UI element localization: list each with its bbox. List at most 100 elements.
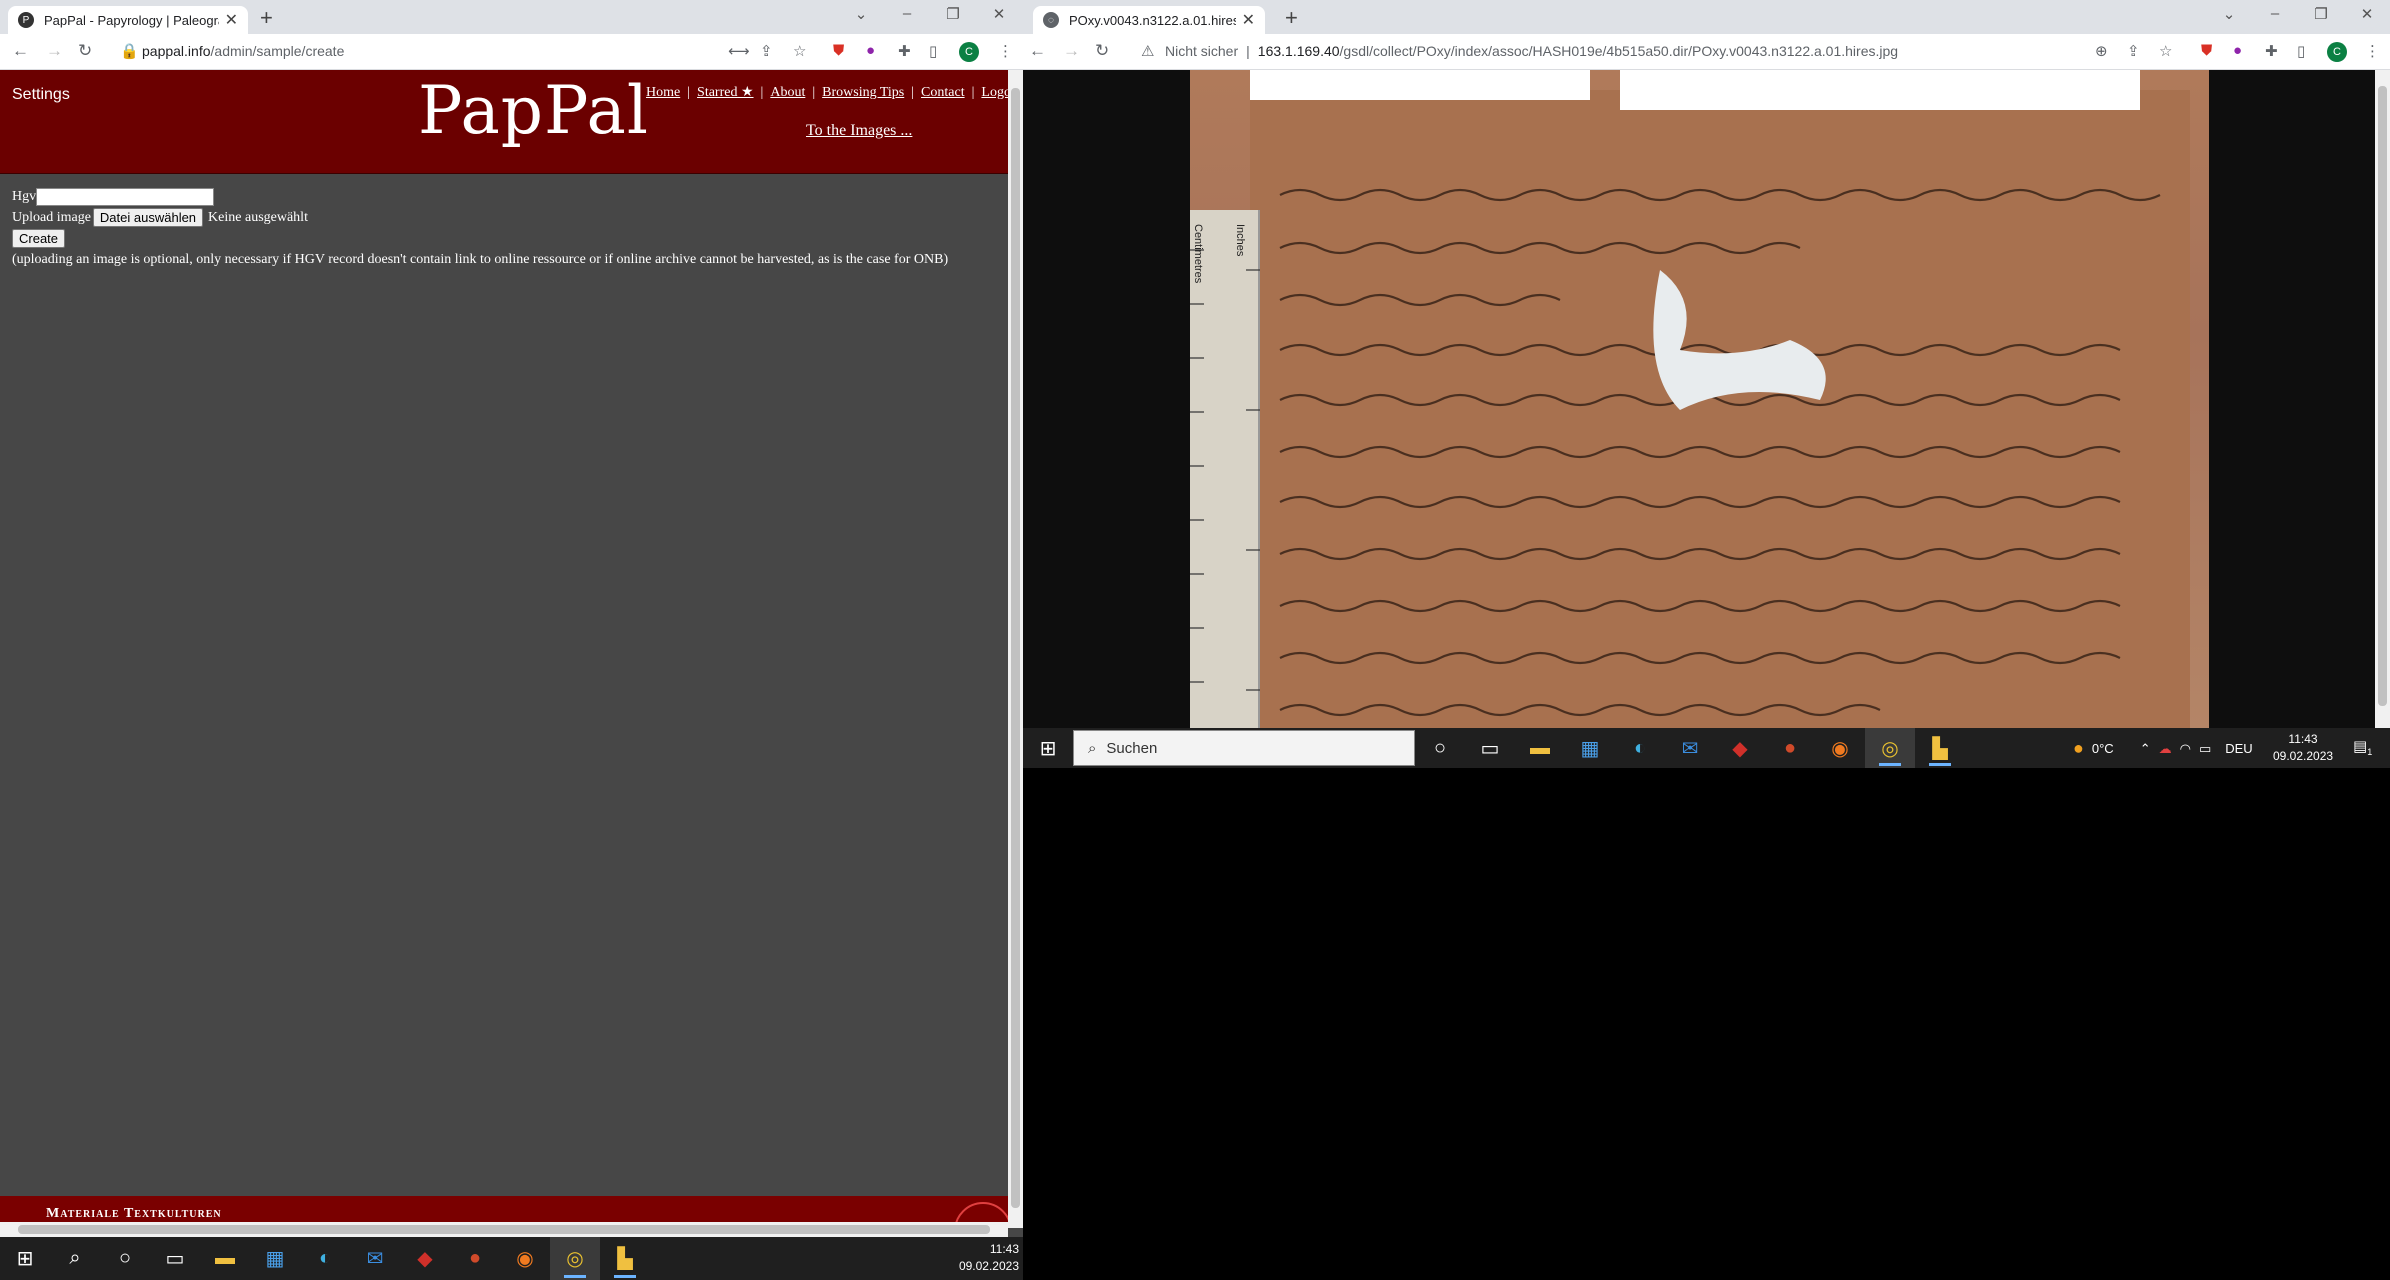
menu-kebab-right-icon[interactable]: ⋮ [2365, 42, 2380, 60]
minimize-right-icon[interactable]: – [2252, 5, 2298, 23]
explorer-window-icon[interactable]: ▙ [600, 1237, 650, 1280]
back-icon[interactable]: ← [12, 41, 29, 61]
mail-right-icon[interactable]: ✉ [1665, 728, 1715, 768]
horizontal-scrollbar[interactable] [0, 1222, 1008, 1237]
task-view-icon[interactable]: ▭ [150, 1237, 200, 1280]
back-right-icon[interactable]: ← [1029, 41, 1046, 61]
weather-temp[interactable]: 0°C [2092, 741, 2114, 756]
search-icon[interactable]: ⌕ [50, 1237, 100, 1280]
pappal-logo[interactable]: PapPal [418, 72, 649, 149]
chrome-right-icon[interactable]: ◎ [1865, 728, 1915, 768]
new-tab-icon[interactable]: + [260, 5, 273, 31]
warning-icon[interactable]: ⚠ [1141, 42, 1154, 60]
pappal-page: Settings PapPal Home | Starred ★ | About | Bro… [0, 70, 1008, 1228]
nav-home[interactable]: Home [646, 85, 680, 100]
language-indicator[interactable]: DEU [2225, 741, 2252, 756]
windows-start-icon[interactable]: ⊞ [0, 1237, 50, 1280]
profile-avatar-right[interactable]: C [2327, 42, 2347, 62]
tray-chevron-icon[interactable]: ⌃ [2140, 741, 2151, 757]
weather-sun-icon[interactable]: ● [2073, 738, 2084, 759]
forward-right-icon[interactable]: → [1063, 41, 1080, 61]
bookmark-star-right-icon[interactable]: ☆ [2159, 42, 2172, 60]
nav-starred[interactable]: Starred ★ [697, 85, 753, 100]
nav-logout[interactable]: Logou [981, 85, 1008, 100]
share-right-icon[interactable]: ⇪ [2127, 42, 2140, 60]
close-window-icon[interactable]: ✕ [976, 5, 1022, 23]
viewer-scroll-thumb[interactable] [2378, 86, 2387, 706]
address-bar-right[interactable]: Nicht sicher | 163.1.169.40/gsdl/collect/P… [1165, 43, 1898, 59]
sidepanel-icon[interactable]: ▯ [929, 42, 937, 60]
viewer-scrollbar[interactable] [2375, 70, 2390, 728]
sidepanel-right-icon[interactable]: ▯ [2297, 42, 2305, 60]
extensions-puzzle-right-icon[interactable]: ✚ [2265, 42, 2278, 60]
powerpoint-icon[interactable]: ● [450, 1237, 500, 1280]
vertical-scroll-thumb[interactable] [1011, 88, 1020, 1208]
reload-right-icon[interactable]: ↻ [1095, 41, 1109, 61]
store-right-icon[interactable]: ▦ [1565, 728, 1615, 768]
taskbar-search[interactable]: ⌕ Suchen [1073, 730, 1415, 766]
wifi-icon[interactable]: ◠ [2180, 741, 2191, 757]
file-explorer-icon[interactable]: ▬ [200, 1237, 250, 1280]
powerpoint-right-icon[interactable]: ● [1765, 728, 1815, 768]
cortana-icon[interactable]: ○ [100, 1237, 150, 1280]
lock-icon[interactable]: 🔒 [120, 42, 139, 60]
firefox-right-icon[interactable]: ◉ [1815, 728, 1865, 768]
explorer-window-right-icon[interactable]: ▙ [1915, 728, 1965, 768]
acrobat-icon[interactable]: ◆ [400, 1237, 450, 1280]
menu-kebab-icon[interactable]: ⋮ [998, 42, 1013, 60]
task-view-right-icon[interactable]: ▭ [1465, 728, 1515, 768]
close-tab-right-icon[interactable]: ✕ [1242, 10, 1255, 30]
bookmark-star-icon[interactable]: ☆ [793, 42, 806, 60]
file-explorer-right-icon[interactable]: ▬ [1515, 728, 1565, 768]
papyrus-image[interactable] [1190, 70, 2209, 728]
to-images-link[interactable]: To the Images ... [806, 122, 912, 140]
close-window-right-icon[interactable]: ✕ [2344, 5, 2390, 23]
tab-search-icon[interactable]: ⌄ [838, 5, 884, 23]
address-bar[interactable]: pappal.info/admin/sample/create [142, 43, 344, 59]
extensions-puzzle-icon[interactable]: ✚ [898, 42, 911, 60]
choose-file-button[interactable]: Datei auswählen [92, 208, 204, 227]
acrobat-right-icon[interactable]: ◆ [1715, 728, 1765, 768]
cortana-right-icon[interactable]: ○ [1415, 728, 1465, 768]
battery-icon[interactable]: ▭ [2199, 741, 2211, 757]
translate-icon[interactable]: ⟷ [728, 42, 750, 60]
extension-ub-icon[interactable]: ● [866, 42, 875, 59]
tab-image[interactable]: ◌ POxy.v0043.n3122.a.01.hires.jpg ✕ [1033, 6, 1265, 34]
windows-start-right-icon[interactable]: ⊞ [1023, 728, 1073, 768]
chrome-icon[interactable]: ◎ [550, 1237, 600, 1280]
share-icon[interactable]: ⇪ [760, 42, 773, 60]
tab-pappal[interactable]: P PapPal - Papyrology | Paleograph ✕ [8, 6, 248, 34]
network-alert-icon[interactable]: ☁ [2159, 741, 2172, 757]
extension-shield-right-icon[interactable]: ⛊ [2201, 42, 2212, 59]
horizontal-scroll-thumb[interactable] [18, 1225, 990, 1234]
store-icon[interactable]: ▦ [250, 1237, 300, 1280]
new-tab-right-icon[interactable]: + [1285, 5, 1298, 31]
forward-icon[interactable]: → [46, 41, 63, 61]
mail-icon[interactable]: ✉ [350, 1237, 400, 1280]
profile-avatar[interactable]: C [959, 42, 979, 62]
restore-icon[interactable]: ❐ [930, 5, 976, 23]
browser-toolbar-right: ← → ↻ ⚠ Nicht sicher | 163.1.169.40/gsdl/c… [1023, 34, 2390, 70]
vertical-scrollbar[interactable] [1008, 70, 1023, 1228]
settings-link[interactable]: Settings [12, 86, 70, 104]
nav-browsing-tips[interactable]: Browsing Tips [822, 85, 904, 100]
notification-center-icon[interactable]: ▤1 [2353, 737, 2372, 757]
clock-left[interactable]: 11:43 09.02.2023 [959, 1241, 1019, 1275]
tab-search-right-icon[interactable]: ⌄ [2206, 5, 2252, 23]
clock-right[interactable]: 11:43 09.02.2023 [2273, 731, 2333, 765]
hgv-input[interactable] [36, 187, 215, 206]
nav-contact[interactable]: Contact [921, 85, 965, 100]
extension-ub-right-icon[interactable]: ● [2233, 42, 2242, 59]
nav-about[interactable]: About [770, 85, 805, 100]
minimize-icon[interactable]: – [884, 5, 930, 23]
restore-right-icon[interactable]: ❐ [2298, 5, 2344, 23]
edge-right-icon[interactable]: ◐ [1615, 728, 1665, 768]
create-button[interactable]: Create [12, 229, 66, 248]
edge-icon[interactable]: ◐ [300, 1237, 350, 1280]
measurement-ruler: Inches Centimetres [1190, 210, 1260, 728]
zoom-icon[interactable]: ⊕ [2095, 42, 2108, 60]
firefox-icon[interactable]: ◉ [500, 1237, 550, 1280]
reload-icon[interactable]: ↻ [78, 41, 92, 61]
close-tab-icon[interactable]: ✕ [225, 10, 238, 30]
extension-shield-icon[interactable]: ⛊ [833, 42, 844, 59]
